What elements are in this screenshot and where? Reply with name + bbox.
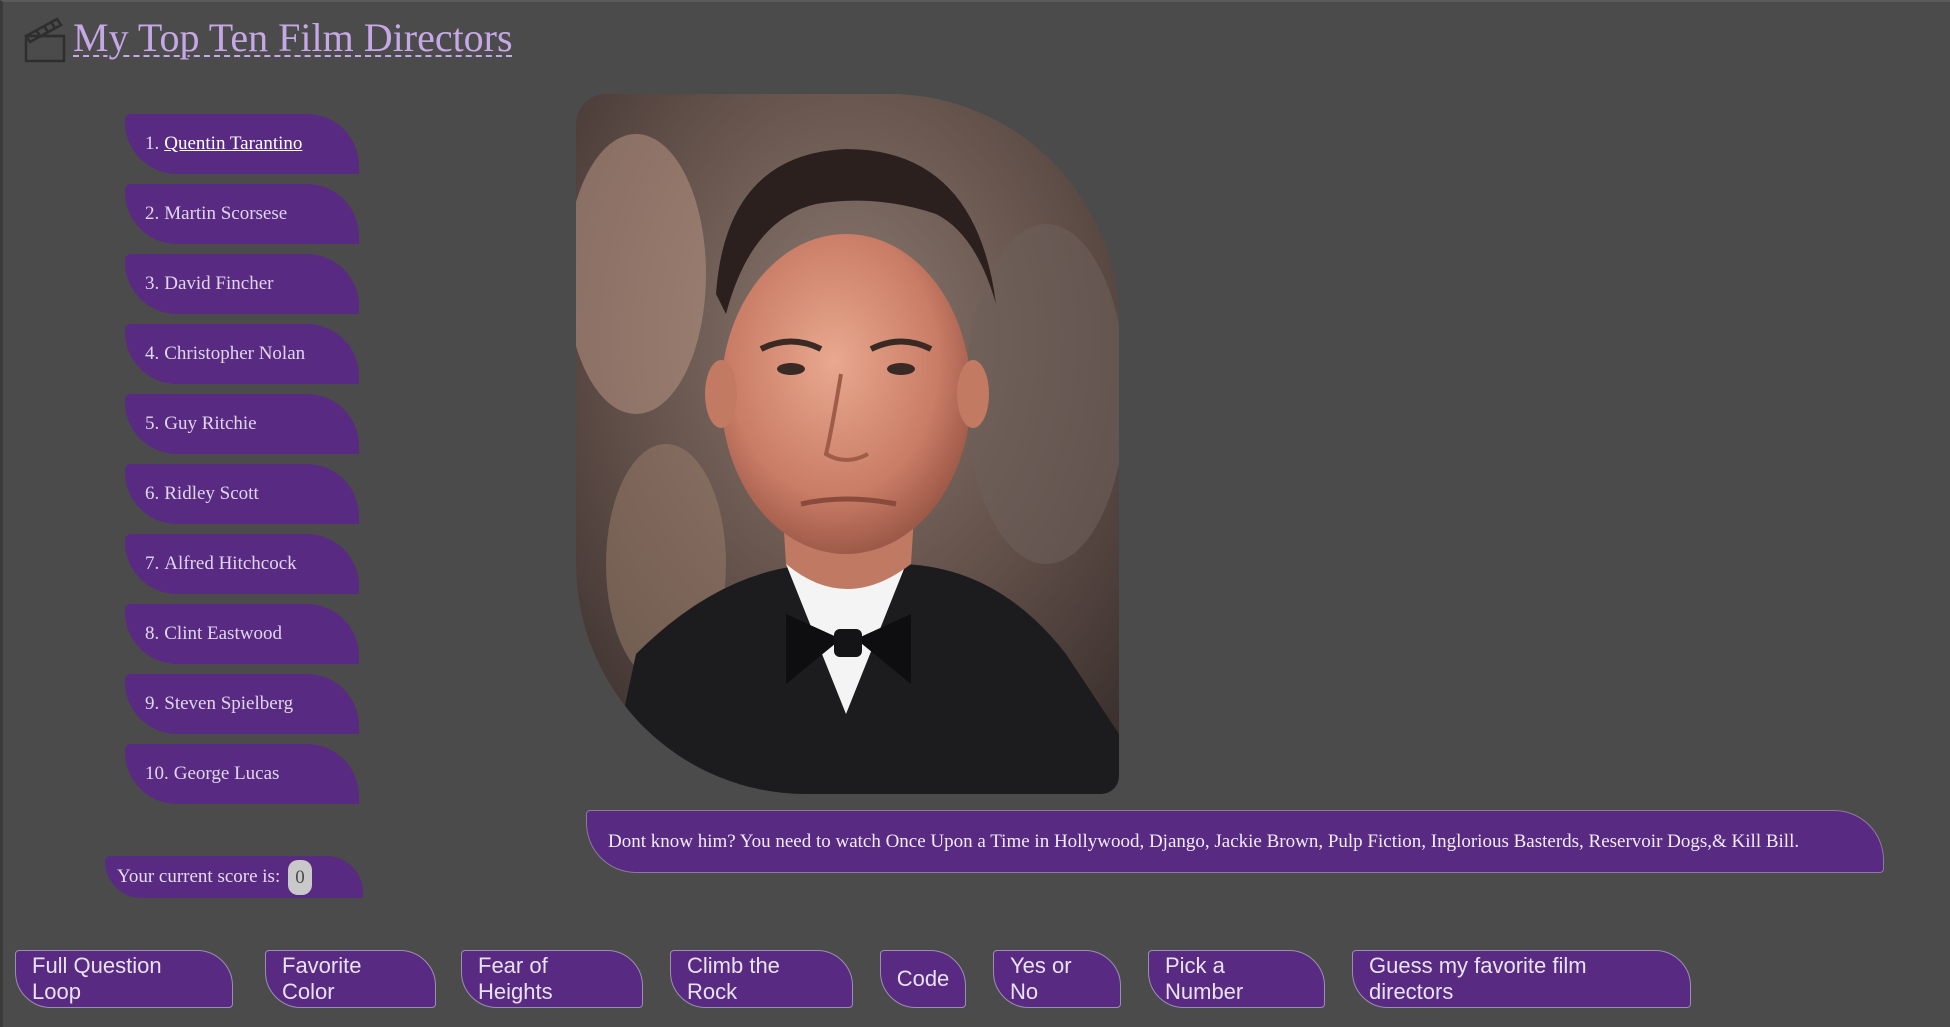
fear-of-heights-button[interactable]: Fear of Heights (461, 950, 643, 1008)
director-link[interactable]: Quentin Tarantino (164, 133, 302, 155)
code-button[interactable]: Code (880, 950, 966, 1008)
director-rank: 9. (145, 693, 160, 714)
director-rank: 10. (145, 763, 169, 784)
director-item-1[interactable]: 1. Quentin Tarantino (125, 114, 359, 174)
button-row: Full Question Loop Favorite Color Fear o… (15, 950, 1691, 1008)
director-item-4[interactable]: 4. Christopher Nolan (125, 324, 359, 384)
clapperboard-icon (24, 17, 66, 63)
director-name: Ridley Scott (164, 483, 259, 504)
score-label: Your current score is: (117, 866, 281, 887)
full-question-loop-button[interactable]: Full Question Loop (15, 950, 233, 1008)
director-name: Christopher Nolan (164, 343, 306, 364)
director-rank: 2. (145, 203, 160, 224)
director-portrait-image (576, 94, 1119, 794)
director-rank: 1. (145, 133, 160, 154)
favorite-color-button[interactable]: Favorite Color (265, 950, 436, 1008)
director-name: Steven Spielberg (164, 693, 294, 714)
director-item-2[interactable]: 2. Martin Scorsese (125, 184, 359, 244)
director-item-9[interactable]: 9. Steven Spielberg (125, 674, 359, 734)
director-name: Guy Ritchie (164, 413, 257, 434)
pick-a-number-button[interactable]: Pick a Number (1148, 950, 1325, 1008)
info-text: Dont know him? You need to watch Once Up… (608, 830, 1800, 852)
director-item-6[interactable]: 6. Ridley Scott (125, 464, 359, 524)
director-item-7[interactable]: 7. Alfred Hitchcock (125, 534, 359, 594)
director-item-5[interactable]: 5. Guy Ritchie (125, 394, 359, 454)
director-name: Martin Scorsese (164, 203, 288, 224)
director-item-8[interactable]: 8. Clint Eastwood (125, 604, 359, 664)
score-box: Your current score is: 0 (105, 856, 363, 898)
page: My Top Ten Film Directors 1. Quentin Tar… (0, 0, 1950, 1027)
director-item-3[interactable]: 3. David Fincher (125, 254, 359, 314)
info-banner: Dont know him? You need to watch Once Up… (586, 810, 1884, 873)
director-rank: 5. (145, 413, 160, 434)
director-name: David Fincher (164, 273, 274, 294)
director-rank: 6. (145, 483, 160, 504)
page-title[interactable]: My Top Ten Film Directors (73, 8, 513, 68)
climb-the-rock-button[interactable]: Climb the Rock (670, 950, 853, 1008)
director-rank: 7. (145, 553, 160, 574)
director-list: 1. Quentin Tarantino 2. Martin Scorsese … (125, 114, 359, 814)
director-rank: 4. (145, 343, 160, 364)
director-item-10[interactable]: 10. George Lucas (125, 744, 359, 804)
director-name: George Lucas (173, 763, 280, 784)
director-name: Alfred Hitchcock (164, 553, 297, 574)
yes-or-no-button[interactable]: Yes or No (993, 950, 1121, 1008)
header: My Top Ten Film Directors (23, 8, 513, 68)
director-rank: 8. (145, 623, 160, 644)
score-value: 0 (288, 859, 312, 895)
guess-directors-button[interactable]: Guess my favorite film directors (1352, 950, 1691, 1008)
director-photo (576, 94, 1119, 794)
director-rank: 3. (145, 273, 160, 294)
director-name: Clint Eastwood (164, 623, 282, 644)
